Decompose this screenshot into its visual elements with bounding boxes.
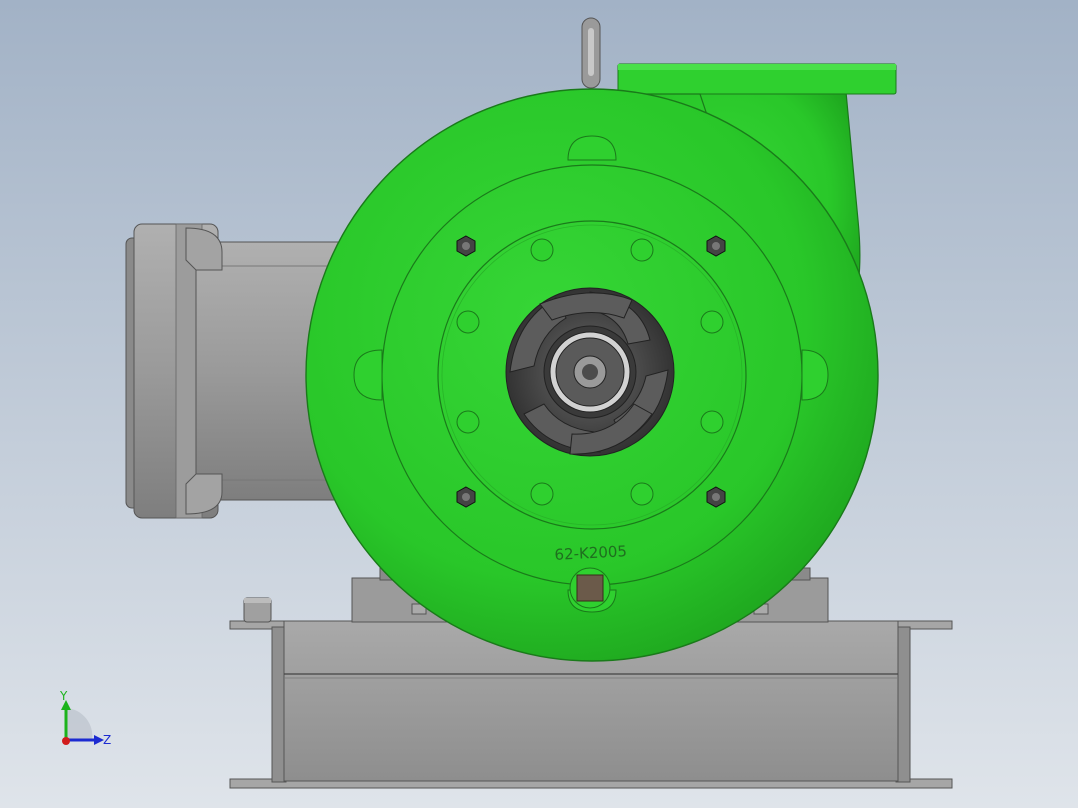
lifting-eye (581, 17, 601, 89)
y-axis-label: Y (59, 689, 68, 703)
pump-model-view[interactable]: 62-K2005 Y Z (0, 0, 1078, 808)
drain-plug (569, 567, 611, 609)
casing-marking: 62-K2005 (554, 542, 627, 564)
z-axis-label: Z (103, 733, 111, 747)
impeller (505, 287, 675, 457)
x-axis-dot (62, 737, 70, 745)
cad-viewport[interactable]: 62-K2005 Y Z (0, 0, 1078, 808)
